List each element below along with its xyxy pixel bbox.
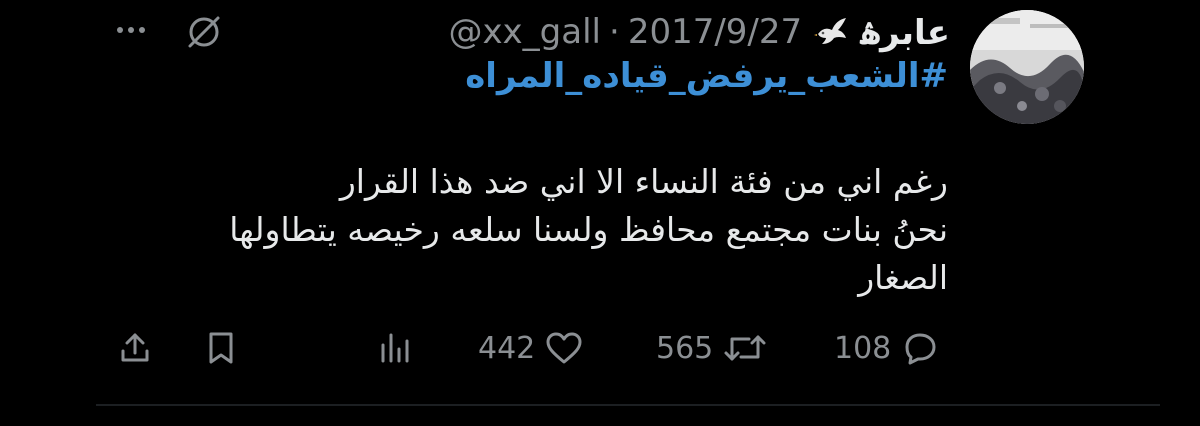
hashtag-link[interactable]: #الشعب_يرفض_قياده_المراه xyxy=(465,56,948,96)
retweet-icon xyxy=(723,331,767,365)
bookmark-icon xyxy=(206,331,236,365)
display-name[interactable]: عابرۿ xyxy=(860,12,950,53)
tweet-body-line: الصغار xyxy=(858,258,948,297)
tweet-body: رغم اني من فئة النساء الا اني ضد هذا الق… xyxy=(229,158,948,302)
tweet-body-line: نحنُ بنات مجتمع محافظ ولسنا سلعه رخيصه ي… xyxy=(229,210,948,249)
share-icon xyxy=(118,331,152,365)
like-button[interactable]: 442 xyxy=(478,326,583,370)
reply-count: 108 xyxy=(834,330,892,366)
retweet-count: 565 xyxy=(656,330,714,366)
tweet-divider xyxy=(96,404,1160,406)
share-button[interactable] xyxy=(118,326,152,370)
tweet-meta: @xx_gall · 2017/9/27 xyxy=(448,12,802,52)
reply-button[interactable]: 108 xyxy=(834,326,939,370)
grok-icon[interactable] xyxy=(184,14,224,50)
handle[interactable]: @xx_gall xyxy=(448,12,601,52)
like-icon xyxy=(545,331,583,365)
avatar[interactable] xyxy=(970,10,1084,124)
bookmark-button[interactable] xyxy=(206,326,236,370)
like-count: 442 xyxy=(478,330,536,366)
more-icon[interactable] xyxy=(116,22,146,38)
meta-separator: · xyxy=(609,12,620,52)
dove-icon xyxy=(814,14,850,50)
tweet-header: عابرۿ @xx_gall · 2017/9/27 xyxy=(448,8,950,56)
views-icon xyxy=(378,331,412,365)
tweet-body-line: رغم اني من فئة النساء الا اني ضد هذا الق… xyxy=(339,162,948,201)
retweet-button[interactable]: 565 xyxy=(656,326,767,370)
tweet-date[interactable]: 2017/9/27 xyxy=(628,12,802,52)
reply-icon xyxy=(901,331,939,365)
action-bar: 442 565 108 xyxy=(0,326,1200,370)
tweet: عابرۿ @xx_gall · 2017/9/27 #الشعب_يرفض_ق… xyxy=(0,0,1200,426)
views-button[interactable] xyxy=(378,326,412,370)
